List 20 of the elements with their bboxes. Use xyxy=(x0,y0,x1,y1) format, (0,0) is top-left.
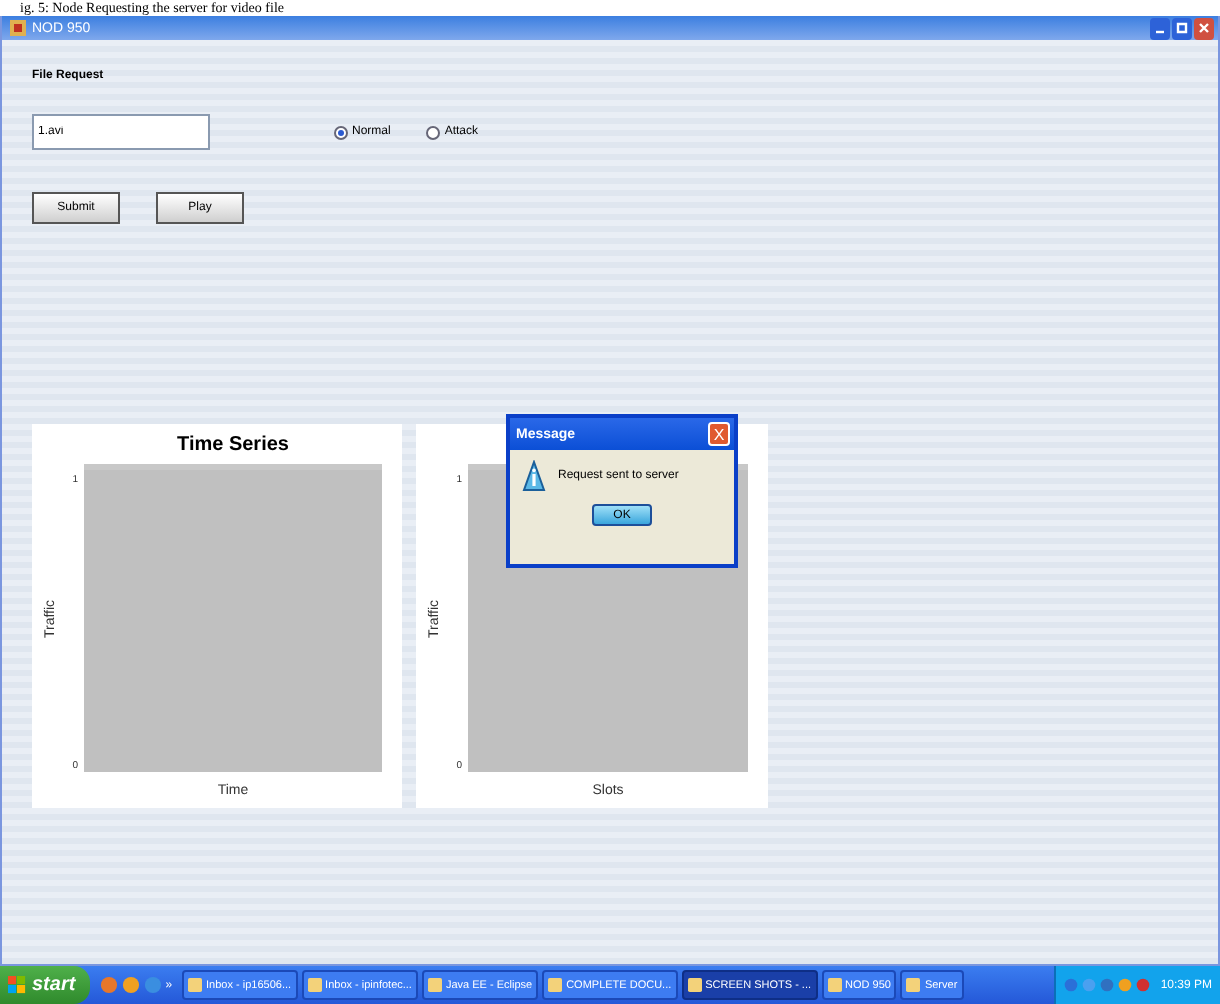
info-icon xyxy=(522,460,546,492)
flag-icon xyxy=(8,976,26,994)
window-icon xyxy=(307,978,322,992)
window-icon xyxy=(827,978,842,992)
minimize-button[interactable] xyxy=(1150,17,1170,39)
close-button[interactable]: X xyxy=(708,422,730,446)
window-icon xyxy=(427,978,442,992)
radio-button[interactable] xyxy=(426,125,441,139)
window-icon xyxy=(188,978,203,992)
window-icon xyxy=(548,978,563,992)
chart-title: Time Series xyxy=(177,433,289,455)
window-icon xyxy=(906,978,921,992)
maximize-icon xyxy=(1174,20,1190,36)
radio-button[interactable] xyxy=(334,125,348,139)
window-icon xyxy=(687,978,702,992)
start-button[interactable]: start xyxy=(0,966,90,1004)
close-button[interactable] xyxy=(1194,17,1214,39)
app-icon xyxy=(10,20,26,36)
close-icon xyxy=(1196,20,1212,36)
maximize-button[interactable] xyxy=(1172,17,1192,39)
